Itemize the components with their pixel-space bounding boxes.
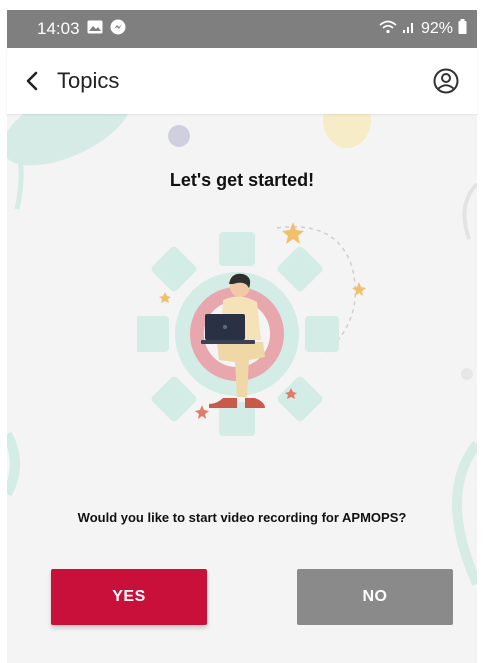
- account-circle-icon: [433, 68, 459, 94]
- app-bar: Topics: [7, 48, 477, 114]
- status-left: 14:03: [37, 19, 126, 40]
- recording-question: Would you like to start video recording …: [77, 510, 407, 525]
- battery-level: 92%: [420, 20, 453, 37]
- yes-button[interactable]: YES: [51, 569, 207, 625]
- profile-button[interactable]: [431, 66, 461, 96]
- page-title: Topics: [57, 68, 120, 93]
- content-area: Let's get started! Would you like to sta…: [7, 114, 477, 663]
- messenger-icon: [110, 19, 126, 40]
- battery-icon: [458, 19, 467, 39]
- status-time: 14:03: [37, 19, 80, 38]
- signal-icon: [402, 20, 416, 39]
- gallery-icon: [87, 19, 103, 39]
- back-button[interactable]: [21, 66, 43, 96]
- no-button[interactable]: NO: [297, 569, 453, 625]
- chevron-left-icon: [26, 71, 38, 91]
- heading: Let's get started!: [169, 170, 315, 190]
- person-laptop-gear-illustration: [137, 222, 366, 436]
- wifi-icon: [379, 20, 397, 39]
- status-right: 92%: [379, 19, 467, 39]
- app-bar-left: Topics: [21, 66, 119, 96]
- status-bar: 14:03 92%: [7, 10, 477, 48]
